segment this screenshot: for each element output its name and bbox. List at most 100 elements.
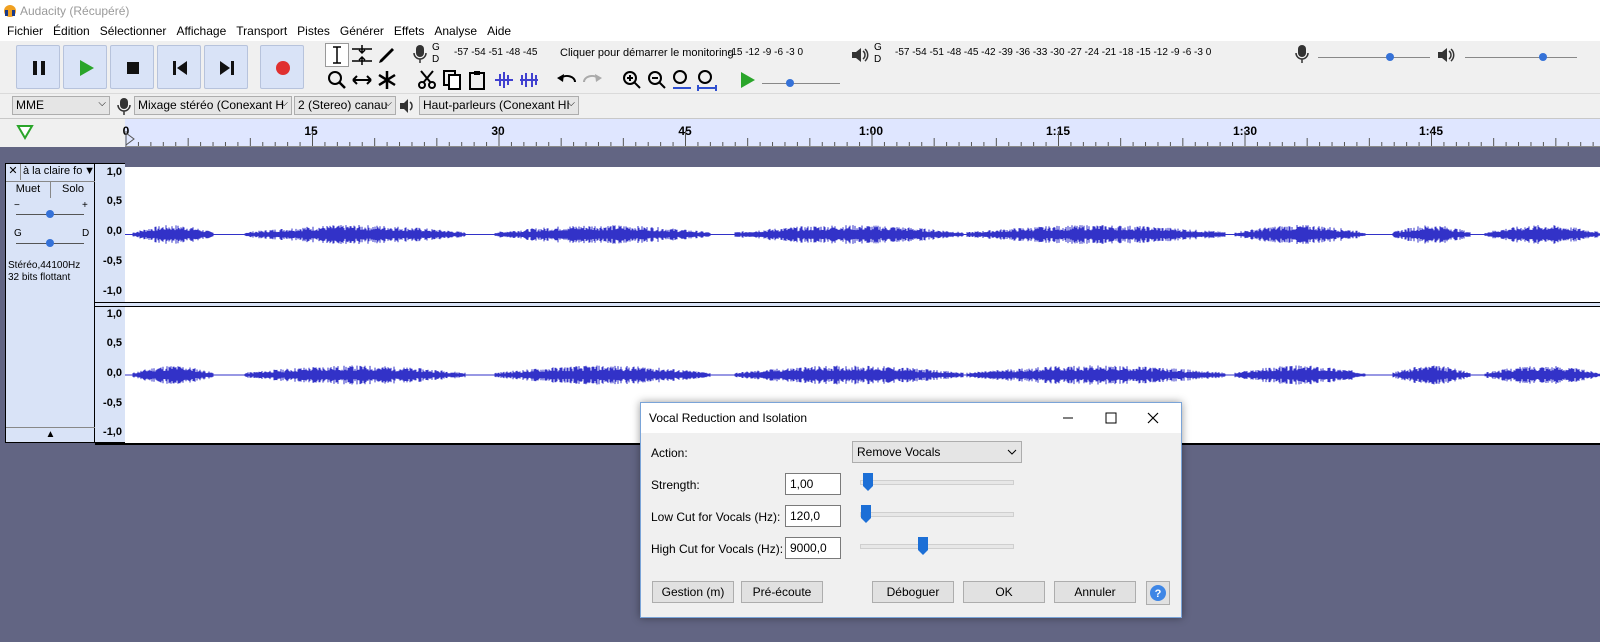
menu-aide[interactable]: Aide — [487, 24, 511, 38]
play-at-speed-button[interactable] — [735, 68, 759, 92]
zoom-in-icon — [623, 71, 641, 89]
channels-select[interactable]: 2 (Stereo) canau ⌵ — [294, 96, 396, 115]
zoom-tool[interactable] — [325, 68, 349, 92]
envelope-tool[interactable] — [350, 43, 374, 67]
menu-analyse[interactable]: Analyse — [434, 24, 477, 38]
timeline-options-icon[interactable] — [16, 124, 34, 140]
draw-tool[interactable] — [375, 43, 399, 67]
manage-button[interactable]: Gestion (m) — [652, 581, 734, 603]
timeline-bar[interactable]: 0 15 30 45 1:00 1:15 1:30 1:45 — [123, 119, 1600, 147]
skip-start-button[interactable] — [157, 45, 201, 89]
window-title: Audacity (Récupéré) — [20, 4, 130, 18]
maximize-icon[interactable] — [1104, 411, 1118, 425]
selection-tool[interactable] — [325, 43, 349, 67]
playback-volume-slider[interactable] — [1465, 57, 1577, 58]
playback-device-select[interactable]: Haut-parleurs (Conexant HI ⌵ — [419, 96, 579, 115]
recording-device-select[interactable]: Mixage stéréo (Conexant H ⌵ — [134, 96, 292, 115]
strength-input[interactable]: 1,00 — [785, 473, 841, 495]
waveform-left-channel[interactable] — [125, 167, 1600, 302]
playback-volume-thumb[interactable] — [1538, 52, 1548, 62]
ok-button[interactable]: OK — [963, 581, 1045, 603]
record-button[interactable] — [260, 45, 304, 89]
vocal-reduction-dialog: Vocal Reduction and Isolation Action: Re… — [640, 402, 1182, 618]
menu-generer[interactable]: Générer — [340, 24, 384, 38]
playback-device-value: Haut-parleurs (Conexant HI — [423, 98, 570, 112]
help-button[interactable]: ? — [1146, 581, 1170, 605]
silence-audio-icon — [520, 73, 538, 87]
solo-button[interactable]: Solo — [51, 181, 95, 198]
high-cut-label: High Cut for Vocals (Hz): — [651, 542, 784, 556]
high-cut-value: 9000,0 — [790, 541, 827, 555]
manage-label: Gestion (m) — [661, 585, 725, 599]
low-cut-slider[interactable] — [860, 512, 1014, 517]
silence-button[interactable] — [517, 68, 541, 92]
low-cut-slider-thumb[interactable] — [861, 505, 871, 523]
collapse-track-button[interactable]: ▲ — [6, 427, 95, 443]
time-shift-tool[interactable] — [350, 68, 374, 92]
menu-pistes[interactable]: Pistes — [297, 24, 330, 38]
fit-selection-button[interactable] — [670, 68, 694, 92]
play-button[interactable] — [63, 45, 107, 89]
cut-button[interactable] — [415, 68, 439, 92]
scale-label: -0,5 — [103, 397, 122, 409]
play-icon — [80, 60, 94, 76]
high-cut-slider-thumb[interactable] — [918, 537, 928, 555]
pause-button[interactable] — [16, 45, 60, 89]
skip-end-icon — [220, 61, 234, 75]
preview-button[interactable]: Pré-écoute — [741, 581, 823, 603]
menu-effets[interactable]: Effets — [394, 24, 424, 38]
strength-slider[interactable] — [860, 480, 1014, 485]
strength-value: 1,00 — [790, 477, 814, 491]
record-volume-slider[interactable] — [1318, 57, 1430, 58]
cancel-button[interactable]: Annuler — [1054, 581, 1136, 603]
play-speed-slider-track[interactable] — [762, 83, 840, 84]
high-cut-slider[interactable] — [860, 544, 1014, 549]
time-shift-icon — [352, 75, 372, 85]
paste-button[interactable] — [465, 68, 489, 92]
ok-label: OK — [995, 585, 1013, 599]
track-close-button[interactable]: ✕ — [6, 164, 21, 180]
track-control-panel: ✕ à la claire fo ▼ Muet Solo − + G D Stér… — [5, 163, 95, 443]
solo-label: Solo — [61, 183, 85, 195]
microphone-icon — [117, 98, 131, 115]
close-icon[interactable] — [1146, 411, 1160, 425]
high-cut-input[interactable]: 9000,0 — [785, 537, 841, 559]
undo-button[interactable] — [555, 68, 579, 92]
audio-host-select[interactable]: MME ⌵ — [12, 96, 110, 115]
record-meter-prompt[interactable]: Cliquer pour démarrer le monitoring — [560, 47, 734, 59]
menu-edition[interactable]: Édition — [53, 24, 90, 38]
minimize-icon[interactable] — [1061, 411, 1075, 425]
strength-slider-thumb[interactable] — [863, 473, 873, 491]
menu-fichier[interactable]: Fichier — [7, 24, 43, 38]
stop-button[interactable] — [110, 45, 154, 89]
scale-label: 0,5 — [106, 337, 122, 349]
skip-end-button[interactable] — [204, 45, 248, 89]
debug-button[interactable]: Déboguer — [872, 581, 954, 603]
copy-button[interactable] — [440, 68, 464, 92]
low-cut-input[interactable]: 120,0 — [785, 505, 841, 527]
fit-project-button[interactable] — [695, 68, 719, 92]
scale-label: 1,0 — [106, 308, 122, 320]
play-speed-slider-thumb[interactable] — [785, 78, 795, 88]
track-name-menu[interactable]: à la claire fo ▼ — [21, 164, 97, 180]
menu-affichage[interactable]: Affichage — [176, 24, 226, 38]
menu-selectionner[interactable]: Sélectionner — [100, 24, 167, 38]
scale-label: 0,0 — [106, 225, 122, 237]
zoom-out-button[interactable] — [645, 68, 669, 92]
menu-transport[interactable]: Transport — [236, 24, 287, 38]
record-volume-thumb[interactable] — [1385, 52, 1395, 62]
gain-slider-thumb[interactable] — [45, 209, 55, 219]
mute-button[interactable]: Muet — [6, 181, 51, 198]
zoom-in-button[interactable] — [620, 68, 644, 92]
action-select[interactable]: Remove Vocals — [852, 441, 1022, 463]
trim-button[interactable] — [492, 68, 516, 92]
strength-label: Strength: — [651, 478, 700, 492]
pencil-icon — [379, 48, 394, 63]
pan-slider-thumb[interactable] — [45, 238, 55, 248]
track-name: à la claire fo — [23, 165, 83, 177]
audacity-logo-icon — [4, 5, 16, 17]
playback-meter-ticks[interactable]: -57 -54 -51 -48 -45 -42 -39 -36 -33 -30 … — [895, 47, 1211, 58]
record-meter-ticks-end: -15 -12 -9 -6 -3 0 — [728, 47, 804, 58]
redo-button[interactable] — [580, 68, 604, 92]
multi-tool[interactable] — [375, 68, 399, 92]
